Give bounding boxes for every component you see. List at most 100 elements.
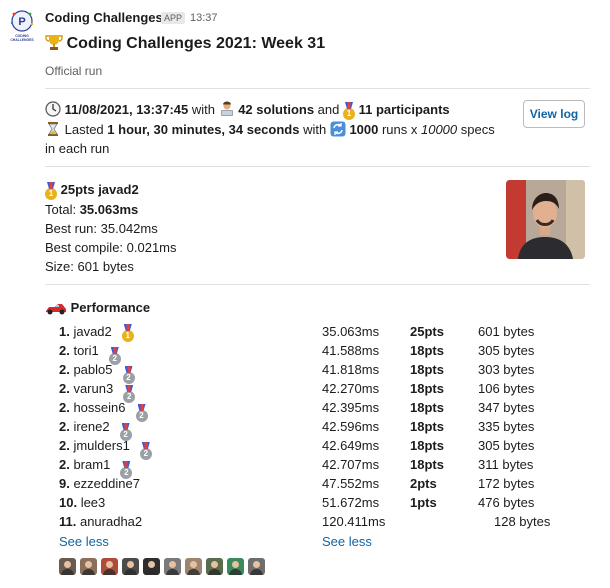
participants-count: 11 participants (358, 102, 450, 117)
row-points: 18pts (410, 362, 444, 377)
row-time: 41.818ms (322, 362, 380, 377)
row-points: 18pts (410, 400, 444, 415)
avatar-icon[interactable] (59, 558, 76, 575)
performance-title: Performance (70, 300, 151, 315)
run-datetime: 11/08/2021, 13:37:45 (64, 102, 189, 117)
title-text: Coding Challenges 2021: Week 31 (66, 35, 326, 52)
run-info-line-1: 11/08/2021, 13:37:45 with 42 solutions a… (45, 101, 450, 120)
row-size: 476 bytes (478, 495, 535, 510)
winner-size: Size: 601 bytes (45, 259, 134, 274)
row-points: 18pts (410, 438, 444, 453)
runs-count: 1000 (349, 122, 379, 137)
hourglass-icon (48, 122, 58, 136)
and-label: and (314, 102, 343, 117)
avatar-icon[interactable] (248, 558, 265, 575)
row-time: 51.672ms (322, 495, 380, 510)
row-points: 18pts (410, 381, 444, 396)
row-name: anuradha2 (76, 514, 143, 529)
avatar-icon[interactable] (164, 558, 181, 575)
table-row: 2. jmulders1 2 (59, 438, 152, 460)
winner-total: Total: 35.063ms (45, 202, 138, 217)
divider (45, 166, 590, 167)
row-rank: 2. (59, 438, 70, 453)
medal-icon: 1 (121, 330, 134, 342)
view-log-button[interactable]: View log (523, 100, 585, 128)
table-row: 9. ezzeddine7 (59, 476, 140, 491)
divider (45, 88, 590, 89)
row-name: lee3 (77, 495, 106, 510)
avatar-icon[interactable] (80, 558, 97, 575)
avatar-icon[interactable] (101, 558, 118, 575)
row-points: 18pts (410, 419, 444, 434)
avatar-icon[interactable] (122, 558, 139, 575)
table-row: 2. bram12 (59, 457, 133, 479)
row-name: irene2 (69, 419, 110, 434)
row-name: varun3 (69, 381, 114, 396)
winner-headline: 1 25pts javad2 (45, 182, 139, 200)
avatar-icon[interactable] (206, 558, 223, 575)
table-row: 2. pablo52 (59, 362, 135, 384)
solutions-count: 42 solutions (238, 102, 315, 117)
winner-best-run: Best run: 35.042ms (45, 221, 158, 236)
row-size: 347 bytes (478, 400, 535, 415)
table-row: 2. varun32 (59, 381, 136, 403)
table-row: 2. irene22 (59, 419, 132, 441)
row-size: 106 bytes (478, 381, 535, 396)
table-row: 10. lee3 (59, 495, 105, 510)
message-time[interactable]: 13:37 (190, 12, 218, 24)
row-time: 42.395ms (322, 400, 380, 415)
row-rank: 11. (59, 514, 77, 529)
winner-text: 25pts javad2 (60, 182, 139, 197)
row-size: 305 bytes (478, 438, 535, 453)
row-points: 2pts (410, 476, 437, 491)
medal-icon: 2 (135, 410, 148, 422)
lasted-label: Lasted (64, 122, 108, 137)
see-less-link-right[interactable]: See less (322, 534, 372, 549)
app-name[interactable]: Coding Challenges (45, 10, 163, 25)
table-row: 2. tori12 (59, 343, 121, 365)
race-car-icon (46, 304, 66, 315)
row-time: 120.411ms (322, 514, 386, 529)
see-less-link-left[interactable]: See less (59, 534, 109, 549)
winner-photo[interactable] (506, 180, 585, 259)
row-rank: 1. (59, 324, 70, 339)
row-rank: 10. (59, 495, 78, 510)
row-size: 303 bytes (478, 362, 535, 377)
repeat-icon (330, 121, 346, 137)
svg-text:P: P (18, 16, 25, 28)
row-rank: 2. (59, 343, 70, 358)
row-time: 42.270ms (322, 381, 380, 396)
row-points: 1pts (410, 495, 437, 510)
person-photo-icon (506, 180, 585, 259)
page-title: Coding Challenges 2021: Week 31 (45, 33, 325, 53)
row-rank: 2. (59, 381, 70, 396)
row-name: hossein6 (69, 400, 126, 415)
row-size: 601 bytes (478, 324, 535, 339)
trophy-icon (45, 35, 63, 50)
row-points: 25pts (410, 324, 444, 339)
medal-icon: 1 (342, 108, 355, 120)
row-rank: 2. (59, 362, 70, 377)
row-time: 47.552ms (322, 476, 380, 491)
row-rank: 2. (59, 419, 70, 434)
with-label: with (188, 102, 219, 117)
technologist-icon (220, 101, 233, 116)
app-logo[interactable]: P CODING CHALLENGES (8, 10, 36, 44)
table-row: 1. javad2 1 (59, 324, 134, 342)
with-label-2: with (299, 122, 330, 137)
divider (45, 284, 590, 285)
avatar-icon[interactable] (227, 558, 244, 575)
winner-best-compile: Best compile: 0.021ms (45, 240, 177, 255)
logo-text: CODING CHALLENGES (10, 34, 34, 42)
avatar-icon[interactable] (143, 558, 160, 575)
row-name: jmulders1 (69, 438, 130, 453)
row-name: bram1 (69, 457, 111, 472)
table-row: 2. hossein6 2 (59, 400, 148, 422)
row-name: tori1 (69, 343, 99, 358)
row-size: 311 bytes (478, 457, 534, 472)
row-time: 42.649ms (322, 438, 380, 453)
row-points: 18pts (410, 457, 444, 472)
total-label: Total: (45, 202, 80, 217)
app-badge: APP (161, 12, 186, 24)
avatar-icon[interactable] (185, 558, 202, 575)
